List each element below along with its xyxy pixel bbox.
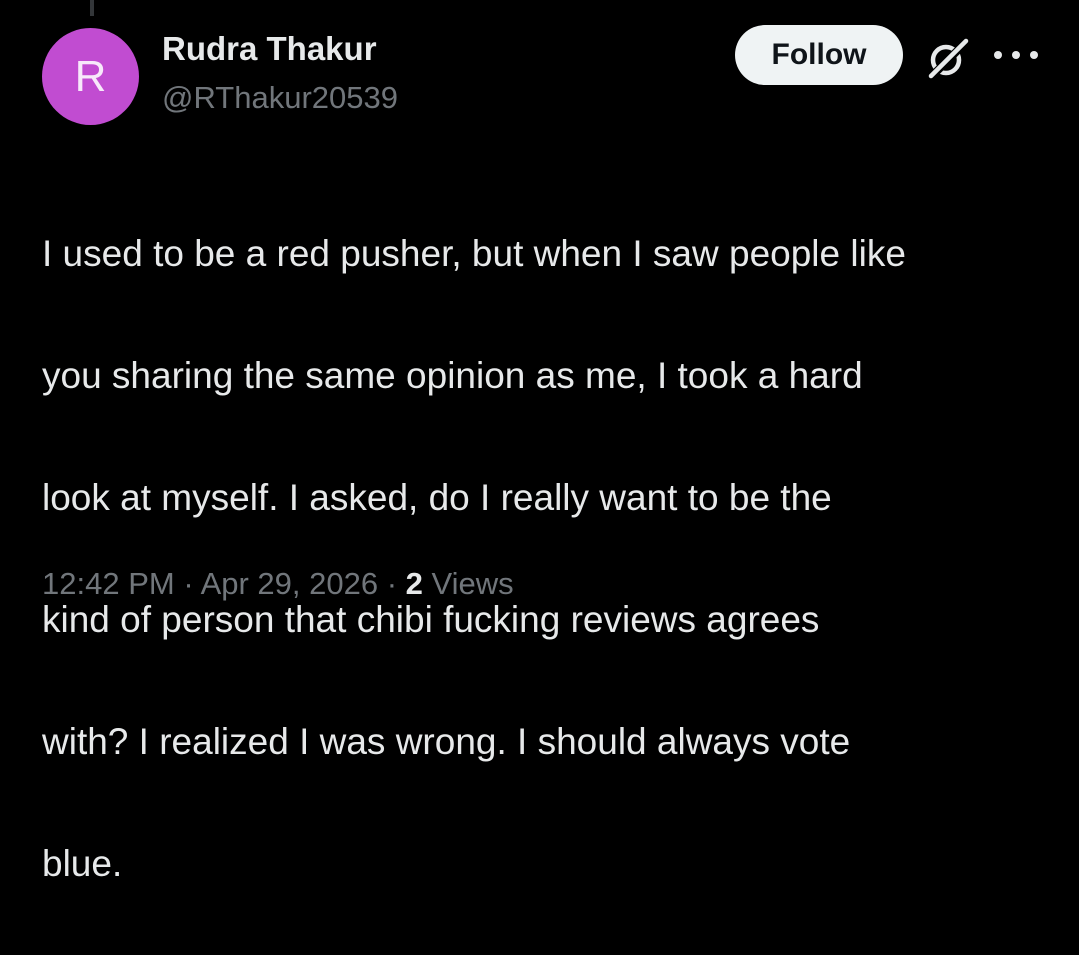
views-label: Views — [431, 566, 514, 601]
more-dot — [1012, 51, 1020, 59]
tweet-date[interactable]: Apr 29, 2026 — [201, 566, 379, 601]
grok-icon[interactable] — [924, 34, 972, 82]
author-display-name[interactable]: Rudra Thakur — [162, 30, 377, 68]
more-dot — [994, 51, 1002, 59]
avatar[interactable]: R — [42, 28, 139, 125]
tweet-text-line: look at myself. I asked, do I really wan… — [42, 477, 832, 518]
more-dot — [1030, 51, 1038, 59]
tweet-metadata: 12:42 PM · Apr 29, 2026 · 2 Views — [42, 566, 514, 602]
meta-separator: · — [386, 566, 398, 601]
follow-button[interactable]: Follow — [735, 25, 903, 85]
author-handle[interactable]: @RThakur20539 — [162, 80, 398, 116]
thread-connector-line — [90, 0, 94, 16]
tweet-text-line: with? I realized I was wrong. I should a… — [42, 721, 851, 762]
tweet-text-line: blue. — [42, 843, 123, 884]
tweet-text-line: I used to be a red pusher, but when I sa… — [42, 233, 906, 274]
views-count: 2 — [405, 566, 423, 601]
tweet-text-line: you sharing the same opinion as me, I to… — [42, 355, 863, 396]
more-options-icon[interactable] — [994, 40, 1038, 70]
meta-separator: · — [183, 566, 194, 601]
tweet-time[interactable]: 12:42 PM — [42, 566, 175, 601]
tweet-text: I used to be a red pusher, but when I sa… — [42, 162, 1052, 955]
avatar-initial: R — [74, 51, 107, 101]
